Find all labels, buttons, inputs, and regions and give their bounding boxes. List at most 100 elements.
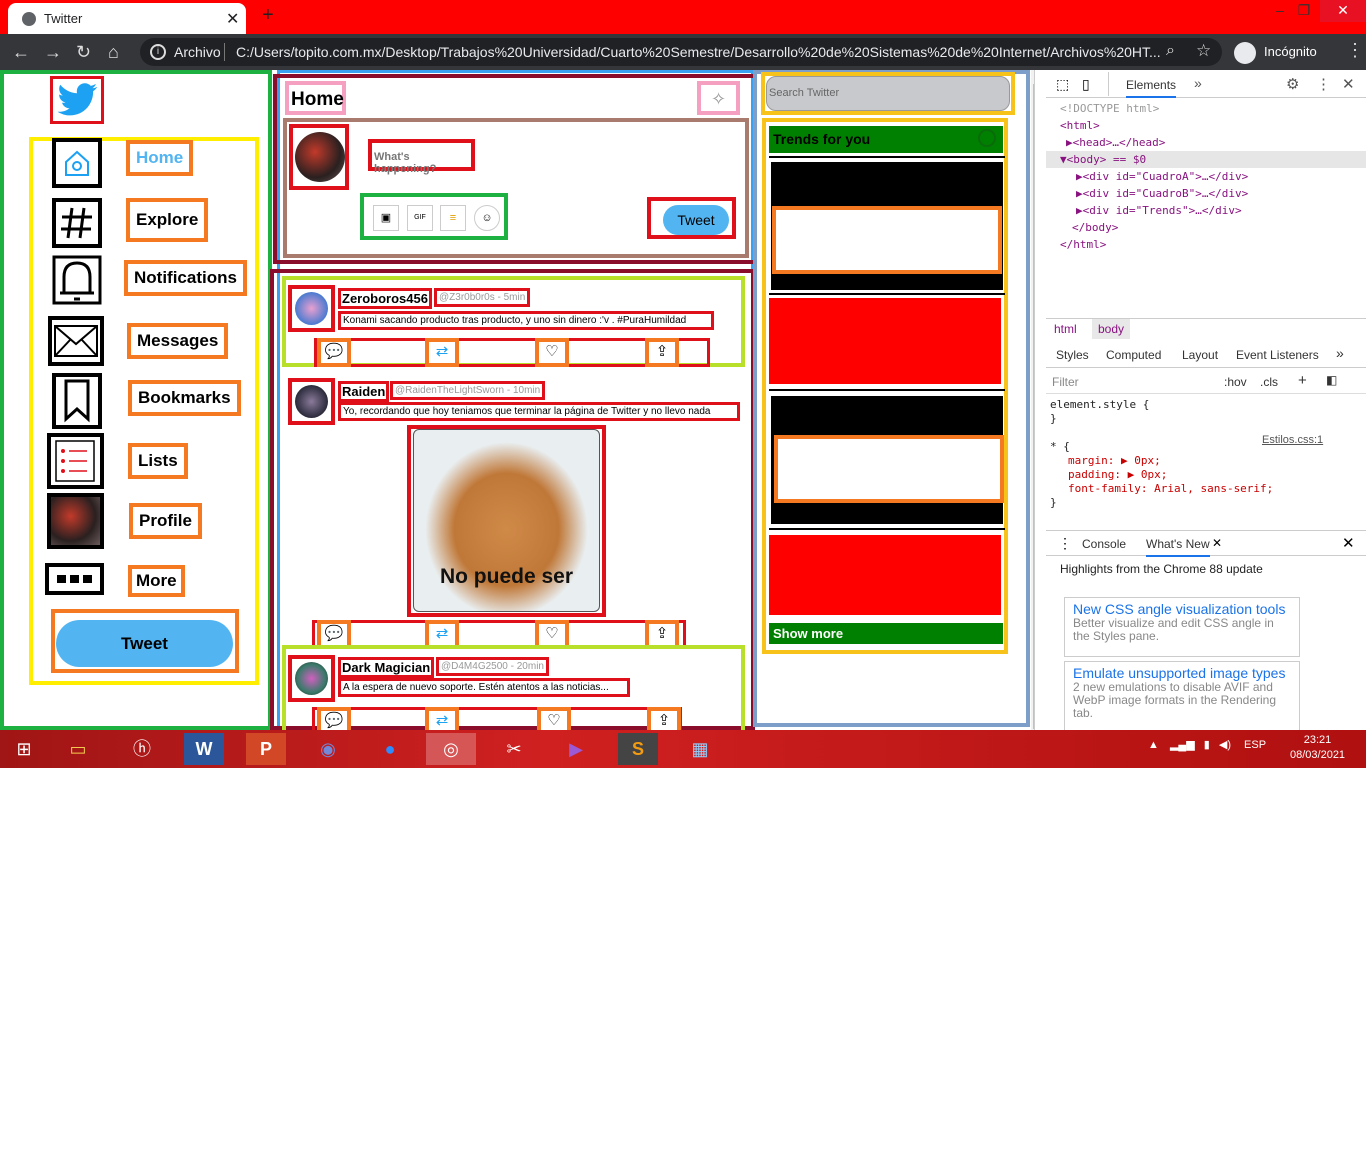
close-icon[interactable]: ✕ — [1342, 75, 1355, 93]
dom-node[interactable]: <!DOCTYPE html> — [1050, 100, 1248, 117]
clock[interactable]: 23:21 08/03/2021 — [1290, 733, 1345, 763]
gif-icon[interactable]: GIF — [407, 205, 433, 231]
search-input[interactable]: Search Twitter — [766, 76, 1010, 111]
restore-icon[interactable]: ❐ — [1284, 0, 1324, 22]
language-indicator[interactable]: ESP — [1244, 739, 1266, 751]
gear-icon[interactable]: ⚙ — [1286, 75, 1299, 93]
more-tabs-icon[interactable]: » — [1336, 345, 1344, 361]
network-icon[interactable]: ▂▄▆ — [1170, 739, 1195, 751]
style-source-link[interactable]: Estilos.css:1 — [1262, 434, 1323, 446]
windows-start-icon[interactable]: ⊞ — [4, 733, 44, 765]
dom-node[interactable]: ▶<div id="CuadroA">…</div> — [1050, 168, 1248, 185]
tab-elements[interactable]: Elements — [1126, 78, 1177, 98]
url-text[interactable]: C:/Users/topito.com.mx/Desktop/Trabajos%… — [236, 44, 1161, 60]
sidebar-item-bookmarks[interactable]: Bookmarks — [128, 380, 241, 416]
post-avatar[interactable] — [288, 655, 335, 702]
dom-tree[interactable]: <!DOCTYPE html> <html> ▶<head>…</head> ▼… — [1050, 100, 1248, 253]
hashtag-icon[interactable] — [52, 198, 102, 248]
forward-icon[interactable]: → — [44, 42, 62, 63]
trend-card[interactable] — [772, 206, 1002, 274]
crumb-html[interactable]: html — [1054, 322, 1077, 336]
sidebar-item-home[interactable]: Home — [126, 140, 194, 176]
more-icon[interactable] — [45, 563, 104, 595]
emoji-icon[interactable]: ☺ — [474, 205, 500, 231]
back-icon[interactable]: ← — [12, 42, 30, 63]
like-icon[interactable]: ♡ — [537, 707, 571, 730]
trend-item[interactable] — [769, 535, 1001, 615]
sidebar-toggle-icon[interactable]: ◧ — [1326, 373, 1337, 387]
dom-node[interactable]: ▶<head>…</head> — [1050, 134, 1248, 151]
mail-icon[interactable] — [48, 316, 104, 366]
tab-styles[interactable]: Styles — [1056, 348, 1089, 362]
sidebar-item-notifications[interactable]: Notifications — [124, 260, 247, 296]
compose-input[interactable]: What's happening? — [368, 139, 475, 175]
sidebar-item-messages[interactable]: Messages — [127, 323, 229, 359]
battery-icon[interactable]: ▮ — [1204, 739, 1210, 751]
whats-new-card[interactable]: Emulate unsupported image types 2 new em… — [1064, 661, 1300, 730]
gear-icon[interactable] — [978, 129, 996, 147]
avatar-icon[interactable] — [47, 493, 104, 549]
hp-icon[interactable]: ⓗ — [122, 733, 162, 765]
visual-studio-icon[interactable]: ▶ — [556, 733, 596, 765]
sidebar-item-lists[interactable]: Lists — [128, 443, 188, 479]
bookmark-icon[interactable] — [52, 373, 102, 429]
style-line[interactable]: padding: ▶ 0px; — [1050, 468, 1273, 482]
file-explorer-icon[interactable]: ▭ — [58, 733, 98, 765]
new-tab-icon[interactable]: + — [262, 4, 274, 27]
sidebar-tweet-button[interactable]: Tweet — [56, 620, 233, 667]
home-icon[interactable] — [52, 138, 102, 188]
dom-node[interactable]: ▶<div id="CuadroB">…</div> — [1050, 185, 1248, 202]
compose-tweet-button[interactable]: Tweet — [663, 205, 729, 235]
browser-tab[interactable]: Twitter ✕ — [8, 3, 246, 34]
filter-input[interactable]: Filter — [1052, 375, 1079, 389]
cls-toggle[interactable]: .cls — [1260, 375, 1278, 389]
reply-icon[interactable]: 💬 — [317, 707, 351, 730]
add-rule-icon[interactable]: + — [1298, 372, 1307, 389]
style-line[interactable]: font-family: Arial, sans-serif; — [1050, 482, 1273, 496]
card-title[interactable]: New CSS angle visualization tools — [1073, 601, 1291, 617]
retweet-icon[interactable]: ⇄ — [425, 707, 459, 730]
tab-console[interactable]: Console — [1082, 537, 1126, 551]
sidebar-item-more[interactable]: More — [128, 565, 185, 597]
zoom-icon[interactable]: ⌕ — [1166, 42, 1175, 60]
post-avatar[interactable] — [288, 285, 335, 332]
photos-icon[interactable]: ▦ — [680, 733, 720, 765]
bell-icon[interactable] — [52, 255, 102, 305]
bookmark-star-icon[interactable]: ☆ — [1196, 41, 1211, 61]
twitter-logo-icon[interactable] — [50, 76, 104, 124]
tab-whats-new[interactable]: What's New — [1146, 537, 1210, 557]
dom-node[interactable]: </html> — [1050, 236, 1248, 253]
close-icon[interactable]: ✕ — [1212, 536, 1222, 550]
hov-toggle[interactable]: :hov — [1224, 375, 1247, 389]
snipping-tool-icon[interactable]: ✂ — [494, 733, 534, 765]
tab-layout[interactable]: Layout — [1182, 348, 1218, 362]
omnibox[interactable]: i Archivo C:/Users/topito.com.mx/Desktop… — [140, 38, 1222, 66]
tab-close-icon[interactable]: ✕ — [226, 9, 239, 29]
like-icon[interactable]: ♡ — [535, 338, 569, 367]
close-drawer-icon[interactable]: ✕ — [1342, 534, 1355, 552]
card-title[interactable]: Emulate unsupported image types — [1073, 665, 1291, 681]
inspect-icon[interactable]: ⬚ — [1056, 76, 1069, 93]
style-line[interactable]: * { — [1050, 440, 1273, 454]
sidebar-item-profile[interactable]: Profile — [129, 503, 202, 539]
sublime-text-icon[interactable]: S — [618, 733, 658, 765]
tab-event-listeners[interactable]: Event Listeners — [1236, 348, 1319, 362]
show-more-link[interactable]: Show more — [769, 623, 1003, 644]
style-line[interactable]: margin: ▶ 0px; — [1050, 454, 1273, 468]
retweet-icon[interactable]: ⇄ — [425, 338, 459, 367]
post-username[interactable]: Zeroboros456 — [338, 288, 432, 309]
poll-icon[interactable]: ≡ — [440, 205, 466, 231]
reply-icon[interactable]: 💬 — [317, 338, 351, 367]
word-icon[interactable]: W — [184, 733, 224, 765]
post-username[interactable]: Raiden — [338, 381, 390, 402]
tab-computed[interactable]: Computed — [1106, 348, 1161, 362]
share-icon[interactable]: ⇪ — [647, 707, 681, 730]
whats-new-card[interactable]: New CSS angle visualization tools Better… — [1064, 597, 1300, 657]
style-line[interactable]: element.style { — [1050, 398, 1273, 412]
trend-item[interactable] — [769, 298, 1001, 384]
dom-node[interactable]: </body> — [1050, 219, 1248, 236]
more-tabs-icon[interactable]: » — [1194, 75, 1202, 91]
sparkle-icon[interactable]: ✧ — [697, 81, 740, 115]
info-icon[interactable]: i — [150, 44, 166, 60]
window-close-icon[interactable]: ✕ — [1320, 0, 1366, 22]
